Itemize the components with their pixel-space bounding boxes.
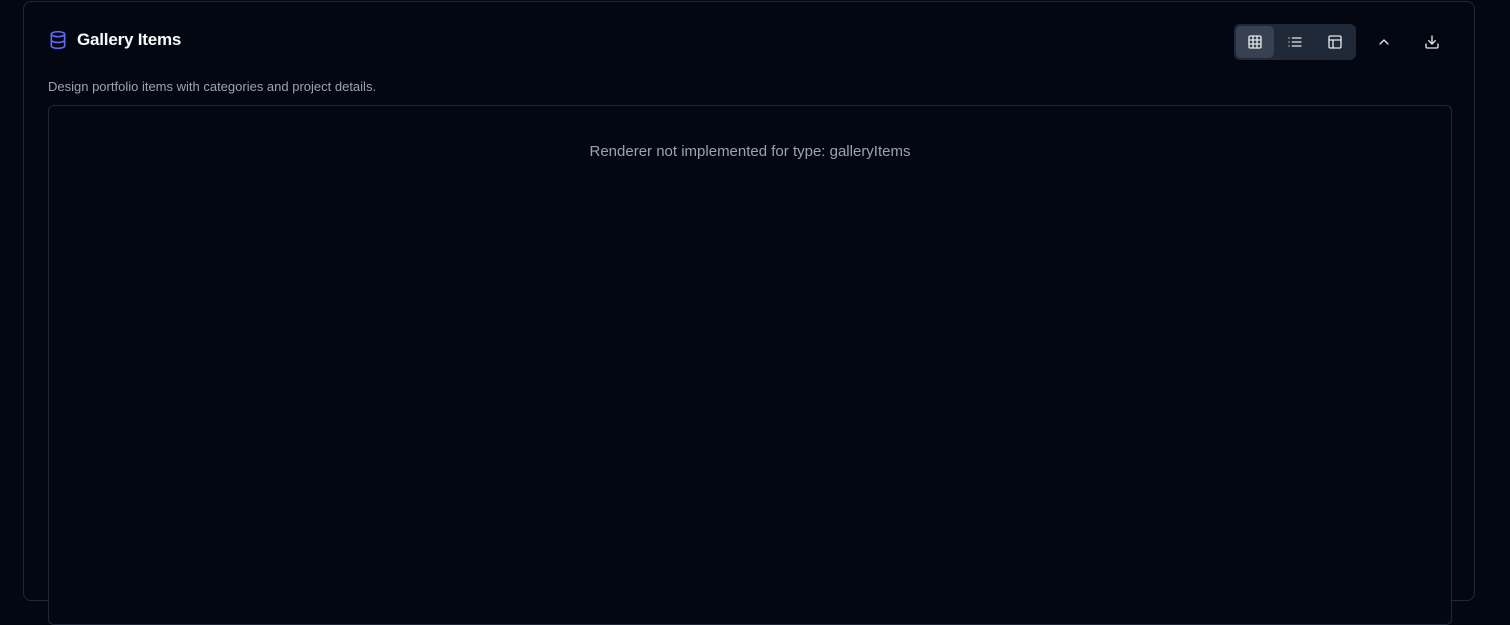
download-icon (1424, 34, 1440, 50)
chevron-up-icon (1376, 34, 1392, 50)
collapse-button[interactable] (1364, 24, 1404, 60)
view-mode-toggle (1234, 24, 1356, 60)
database-icon (48, 30, 68, 50)
grid-icon (1247, 34, 1263, 50)
list-icon (1287, 34, 1303, 50)
panel-toolbar (1234, 24, 1452, 60)
page-title: Gallery Items (77, 30, 182, 49)
panel-header: Gallery Items (48, 30, 181, 50)
list-view-button[interactable] (1276, 26, 1314, 58)
download-button[interactable] (1412, 24, 1452, 60)
grid-view-button[interactable] (1236, 26, 1274, 58)
renderer-content-area: Renderer not implemented for type: galle… (48, 105, 1452, 625)
table-view-button[interactable] (1316, 26, 1354, 58)
panel-description: Design portfolio items with categories a… (48, 79, 377, 94)
gallery-items-panel: Gallery Items Design portfolio items wit… (23, 1, 1475, 625)
table-icon (1327, 34, 1343, 50)
renderer-message: Renderer not implemented for type: galle… (589, 143, 911, 160)
